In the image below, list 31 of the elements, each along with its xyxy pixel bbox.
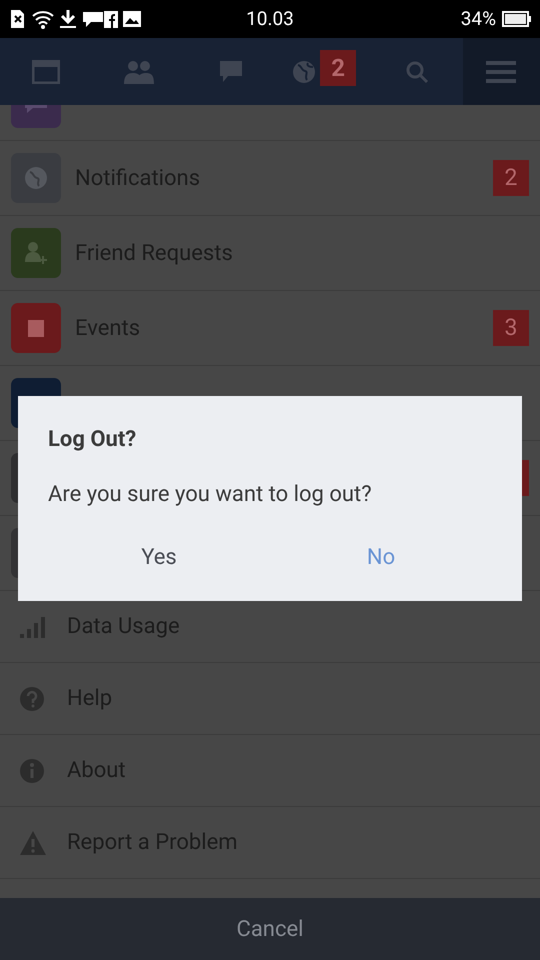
- facebook-icon: [104, 10, 118, 28]
- chat-bubble-icon: [82, 10, 104, 28]
- globe-icon: [25, 167, 47, 189]
- globe-icon: [292, 60, 316, 84]
- menu-icon: [486, 60, 516, 84]
- battery-percentage: 34%: [460, 6, 496, 32]
- search-icon: [404, 60, 429, 84]
- help-icon: [19, 686, 45, 712]
- tab[interactable]: [462, 38, 540, 105]
- add-person-icon: [24, 242, 48, 264]
- battery-icon: [502, 10, 532, 28]
- clock: 10.03: [246, 6, 294, 30]
- cancel-button[interactable]: Cancel: [0, 898, 540, 960]
- dialog-message: Are you sure you want to log out?: [48, 481, 372, 509]
- tab[interactable]: 2: [278, 38, 370, 105]
- info-icon: [19, 758, 45, 784]
- count-badge: 2: [320, 50, 356, 86]
- dialog-title: Log Out?: [48, 426, 136, 454]
- image-icon: [122, 10, 142, 28]
- people-icon: [122, 60, 155, 84]
- chat-bubble-icon: [219, 60, 244, 84]
- download-icon: [58, 9, 78, 29]
- count-badge: 2: [493, 160, 529, 196]
- news-feed-icon: [32, 60, 60, 84]
- dialog-button[interactable]: Yes: [48, 529, 270, 585]
- signal-bars-icon: [19, 616, 45, 638]
- dialog-button[interactable]: No: [270, 529, 492, 585]
- sim-card-icon: [8, 9, 26, 29]
- warning-icon: [19, 830, 47, 856]
- count-badge: 3: [493, 310, 529, 346]
- wifi-icon: [32, 9, 54, 29]
